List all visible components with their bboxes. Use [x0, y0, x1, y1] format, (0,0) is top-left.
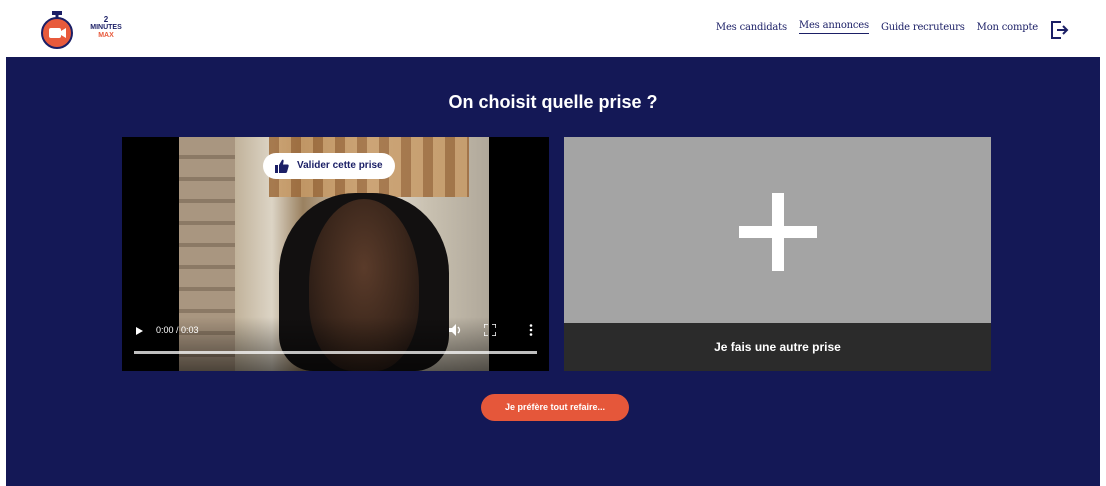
more-vertical-icon[interactable]	[528, 324, 534, 336]
validate-take-label: Valider cette prise	[297, 160, 383, 171]
logo-line-1: 2	[103, 15, 109, 24]
page-title: On choisit quelle prise ?	[448, 92, 658, 112]
video-time: 0:00 / 0:03	[156, 325, 199, 335]
logo[interactable]: 2 MINUTES MAX	[38, 5, 128, 51]
thumbs-up-icon	[275, 159, 289, 173]
video-progress-bar[interactable]	[134, 351, 537, 354]
nav-mes-annonces[interactable]: Mes annonces	[798, 20, 869, 34]
nav-mon-compte[interactable]: Mon compte	[977, 22, 1039, 33]
stopwatch-camera-icon	[41, 11, 73, 49]
fullscreen-icon[interactable]	[484, 324, 496, 336]
main-content: On choisit quelle prise ? Valider cette …	[6, 57, 1100, 486]
nav-mes-candidats[interactable]: Mes candidats	[716, 22, 787, 33]
retake-button[interactable]: Je fais une autre prise	[564, 323, 991, 371]
logo-line-3: MAX	[98, 32, 114, 39]
play-icon[interactable]	[136, 327, 143, 335]
plus-icon	[739, 193, 817, 271]
logo-text: 2 MINUTES MAX	[84, 16, 128, 40]
validate-take-button[interactable]: Valider cette prise	[263, 153, 395, 179]
top-nav: Mes candidats Mes annonces Guide recrute…	[704, 20, 1038, 34]
redo-all-button[interactable]: Je préfère tout refaire...	[481, 394, 629, 421]
header: 2 MINUTES MAX Mes candidats Mes annonces…	[0, 0, 1106, 57]
nav-guide-recruteurs[interactable]: Guide recruteurs	[881, 22, 965, 33]
logout-icon[interactable]	[1048, 19, 1070, 41]
video-player[interactable]: Valider cette prise 0:00 / 0:03	[122, 137, 549, 371]
volume-icon[interactable]	[449, 324, 463, 336]
retake-panel[interactable]: Je fais une autre prise	[564, 137, 991, 371]
logo-line-2: MINUTES	[90, 24, 122, 31]
